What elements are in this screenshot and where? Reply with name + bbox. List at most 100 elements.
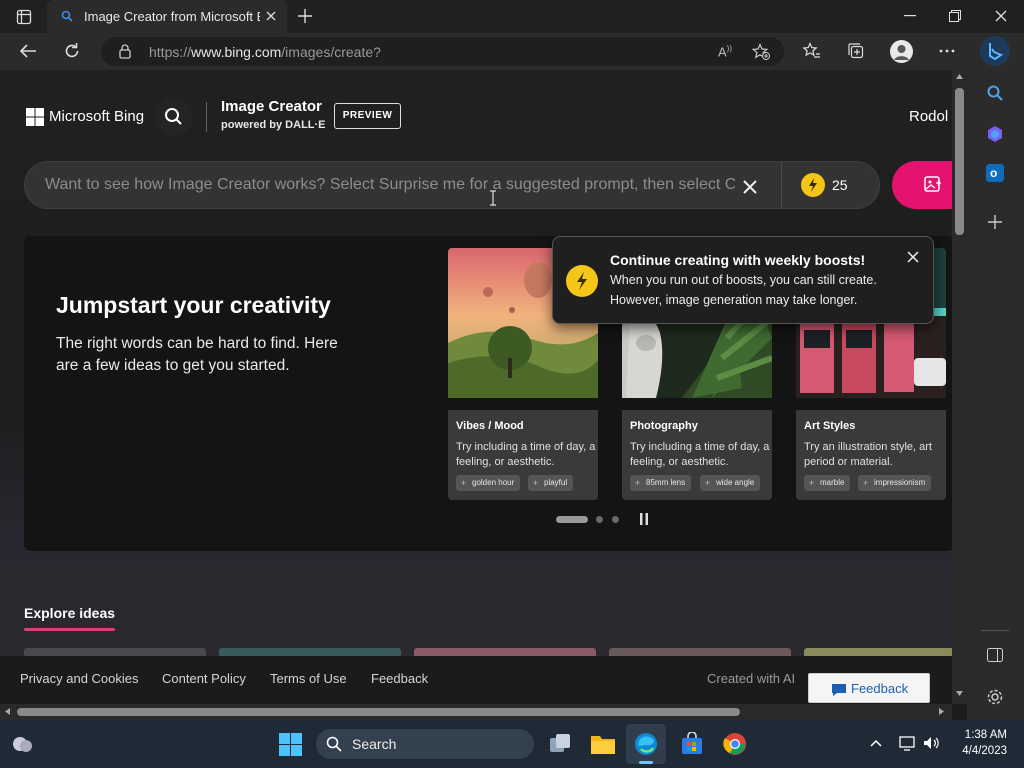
toast-line-2: However, image generation may take longe… xyxy=(610,293,858,307)
address-bar[interactable]: https://www.bing.com/images/create? A)) xyxy=(101,37,784,66)
feedback-button-label: Feedback xyxy=(851,681,909,696)
favorites-icon[interactable] xyxy=(803,42,821,60)
card-title: Art Styles xyxy=(804,420,856,432)
vertical-scrollbar[interactable] xyxy=(952,70,967,704)
suggestion-card-vibes[interactable]: Vibes / Mood Try including a time of day… xyxy=(448,410,598,500)
close-window-icon[interactable] xyxy=(995,10,1007,22)
back-icon[interactable] xyxy=(19,43,37,59)
sidebar-settings-icon[interactable] xyxy=(986,688,1004,706)
hero-body: The right words can be hard to find. Her… xyxy=(56,335,338,374)
card-description: Try an illustration style, art period or… xyxy=(804,441,932,468)
suggestion-card-art-styles[interactable]: Art Styles Try an illustration style, ar… xyxy=(796,410,946,500)
sidebar-outlook-icon[interactable]: o xyxy=(986,164,1004,182)
sidebar-search-icon[interactable] xyxy=(986,84,1004,102)
boost-count: 25 xyxy=(832,177,848,193)
restore-icon[interactable] xyxy=(949,10,961,22)
text-cursor-icon xyxy=(489,190,497,206)
boost-icon[interactable] xyxy=(801,173,825,197)
tab-actions-icon[interactable] xyxy=(16,9,32,25)
chip-85mm-lens[interactable]: 85mm lens xyxy=(630,475,692,491)
scroll-up-icon[interactable] xyxy=(956,74,963,79)
tray-chevron-icon[interactable] xyxy=(870,739,882,747)
product-title: Image Creator xyxy=(221,98,322,115)
store-icon[interactable] xyxy=(680,732,704,756)
taskbar-search[interactable]: Search xyxy=(316,729,534,759)
explore-heading: Explore ideas xyxy=(24,605,116,621)
edge-sidebar: o xyxy=(967,70,1024,720)
footer-feedback-link[interactable]: Feedback xyxy=(371,671,428,686)
minimize-icon[interactable] xyxy=(904,15,916,17)
chip-playful[interactable]: playful xyxy=(528,475,574,491)
pause-icon[interactable] xyxy=(640,513,648,525)
edge-icon xyxy=(634,732,658,756)
chrome-icon[interactable] xyxy=(723,732,747,756)
chip-marble[interactable]: marble xyxy=(804,475,851,491)
file-explorer-icon[interactable] xyxy=(590,732,616,756)
read-aloud-icon[interactable]: A)) xyxy=(718,44,732,59)
create-button[interactable] xyxy=(892,161,952,209)
chip-wide-angle[interactable]: wide angle xyxy=(700,475,761,491)
card-description: Try including a time of day, a feeling, … xyxy=(456,441,596,468)
horizontal-scroll-thumb[interactable] xyxy=(17,708,740,716)
brand-name[interactable]: Microsoft Bing xyxy=(49,108,144,125)
horizontal-scrollbar[interactable] xyxy=(0,704,952,720)
collections-icon[interactable] xyxy=(847,42,865,60)
weather-icon[interactable] xyxy=(10,733,34,755)
explore-tile[interactable] xyxy=(609,648,791,656)
clock-date[interactable]: 4/4/2023 xyxy=(953,745,1007,757)
feedback-button[interactable]: Feedback xyxy=(808,673,930,703)
add-favorite-icon[interactable] xyxy=(752,43,770,60)
new-tab-icon[interactable] xyxy=(297,8,313,24)
prompt-divider xyxy=(781,162,782,208)
browser-tab[interactable]: Image Creator from Microsoft Bing xyxy=(47,0,287,33)
explore-underline xyxy=(24,628,115,631)
card-title: Photography xyxy=(630,420,698,432)
footer-terms-link[interactable]: Terms of Use xyxy=(270,671,347,686)
scroll-right-icon[interactable] xyxy=(939,708,944,715)
edge-taskbar-button[interactable] xyxy=(626,724,666,764)
footer-content-policy-link[interactable]: Content Policy xyxy=(162,671,246,686)
suggestion-card-photography[interactable]: Photography Try including a time of day,… xyxy=(622,410,772,500)
explore-tile[interactable] xyxy=(414,648,596,656)
explore-tile[interactable] xyxy=(219,648,401,656)
tab-strip: Image Creator from Microsoft Bing xyxy=(0,0,1024,33)
sidebar-add-icon[interactable] xyxy=(988,215,1002,229)
sidebar-discover-icon[interactable] xyxy=(986,125,1004,143)
lock-icon[interactable] xyxy=(119,44,131,59)
url-text: https://www.bing.com/images/create? xyxy=(149,44,381,60)
created-with-ai-label: Created with AI xyxy=(707,671,796,686)
vertical-scroll-thumb[interactable] xyxy=(955,88,964,235)
scroll-down-icon[interactable] xyxy=(956,691,963,696)
carousel-dot-active[interactable] xyxy=(556,516,588,523)
card-title: Vibes / Mood xyxy=(456,420,524,432)
scroll-left-icon[interactable] xyxy=(5,708,10,715)
prompt-bar: Want to see how Image Creator works? Sel… xyxy=(24,161,880,209)
carousel-dot[interactable] xyxy=(612,516,619,523)
refresh-icon[interactable] xyxy=(63,42,81,60)
task-view-icon[interactable] xyxy=(548,732,572,756)
network-icon[interactable] xyxy=(899,735,917,751)
product-subtitle: powered by DALL·E xyxy=(221,119,326,131)
taskbar-search-label: Search xyxy=(352,736,397,752)
clear-prompt-icon[interactable] xyxy=(743,180,757,194)
clock-time[interactable]: 1:38 AM xyxy=(953,729,1007,741)
bing-favicon-icon xyxy=(61,10,73,22)
search-button[interactable] xyxy=(155,98,193,136)
chip-impressionism[interactable]: impressionism xyxy=(858,475,932,491)
more-options-icon[interactable] xyxy=(939,49,955,53)
profile-avatar[interactable] xyxy=(890,40,913,63)
tab-close-icon[interactable] xyxy=(266,11,276,21)
boost-icon xyxy=(566,265,598,297)
bing-chat-icon[interactable] xyxy=(980,36,1010,66)
carousel-dot[interactable] xyxy=(596,516,603,523)
chip-golden-hour[interactable]: golden hour xyxy=(456,475,521,491)
explore-tile[interactable] xyxy=(804,648,952,656)
footer-privacy-link[interactable]: Privacy and Cookies xyxy=(20,671,139,686)
start-icon[interactable] xyxy=(279,733,302,756)
toast-close-icon[interactable] xyxy=(907,251,919,263)
sidebar-panel-icon[interactable] xyxy=(987,648,1003,662)
prompt-input[interactable]: Want to see how Image Creator works? Sel… xyxy=(45,176,735,194)
explore-tile[interactable] xyxy=(24,648,206,656)
user-name[interactable]: Rodol xyxy=(909,108,948,125)
volume-icon[interactable] xyxy=(923,735,941,751)
